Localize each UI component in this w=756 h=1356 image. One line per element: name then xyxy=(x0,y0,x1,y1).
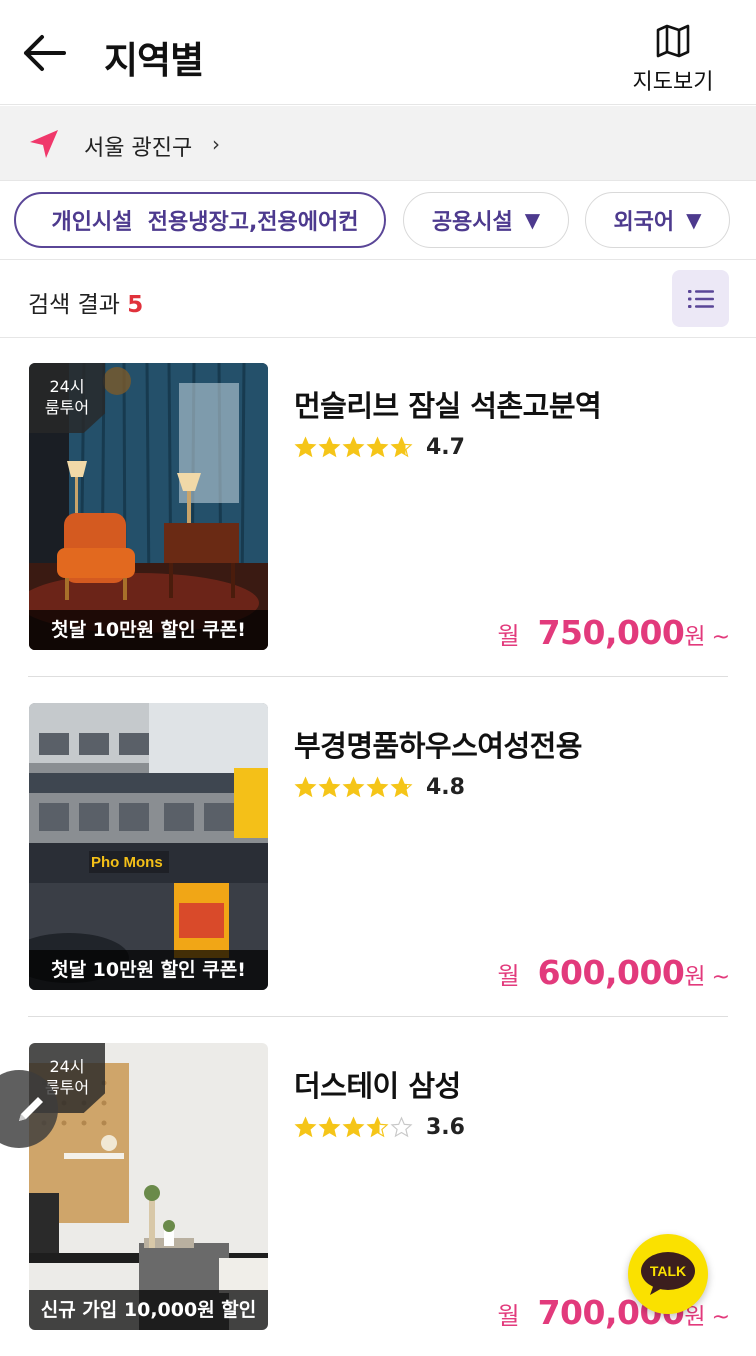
location-selector[interactable]: 서울 광진구 › xyxy=(0,106,756,181)
price-unit: 원 xyxy=(684,624,706,650)
map-view-label: 지도보기 xyxy=(632,70,714,95)
star-rating xyxy=(294,436,414,458)
chevron-right-icon: › xyxy=(212,132,220,156)
map-view-button[interactable]: 지도보기 xyxy=(618,24,728,96)
list-view-toggle[interactable] xyxy=(672,270,729,327)
rating-value: 3.6 xyxy=(426,1114,465,1140)
star-icon xyxy=(390,776,413,798)
rating: 4.7 xyxy=(294,433,465,461)
price-suffix: ~ xyxy=(711,965,730,990)
filter-chip-private-facilities[interactable]: 개인시설 전용냉장고,전용에어컨 xyxy=(14,192,386,248)
star-icon xyxy=(342,1116,365,1138)
star-icon xyxy=(294,1116,317,1138)
location-arrow-icon xyxy=(30,130,58,158)
result-label: 검색 결과 xyxy=(28,292,120,318)
top-app-bar: 지역별 지도보기 xyxy=(0,0,756,105)
star-icon xyxy=(318,776,341,798)
star-icon xyxy=(366,1116,389,1138)
room-tour-24h-badge: 24시 룸투어 xyxy=(29,363,105,433)
rating: 4.8 xyxy=(294,773,465,801)
location-text: 서울 광진구 xyxy=(84,136,193,161)
divider xyxy=(28,676,728,677)
price-unit: 원 xyxy=(684,964,706,990)
listing-price: 월 600,000 원 ~ xyxy=(497,953,730,992)
star-icon xyxy=(318,436,341,458)
star-icon xyxy=(390,1116,413,1138)
listing-title: 부경명품하우스여성전용 xyxy=(294,729,582,763)
listing-title: 먼슬리브 잠실 석촌고분역 xyxy=(294,389,602,423)
caret-down-icon: ▼ xyxy=(524,208,541,232)
star-icon xyxy=(342,436,365,458)
price-amount: 750,000 xyxy=(537,613,685,652)
rating-value: 4.8 xyxy=(426,774,465,800)
list-icon xyxy=(687,289,714,308)
price-prefix: 월 xyxy=(497,962,520,990)
price-prefix: 월 xyxy=(497,622,520,650)
filter-chip-label: 개인시설 전용냉장고,전용에어컨 xyxy=(51,210,359,235)
coupon-banner: 신규 가입 10,000원 할인 xyxy=(29,1290,268,1330)
price-amount: 600,000 xyxy=(537,953,685,992)
filter-chip-label: 외국어 xyxy=(613,210,675,235)
result-count-text: 검색 결과 5 xyxy=(28,285,143,319)
result-count: 5 xyxy=(127,292,144,318)
filter-chip-foreign-language[interactable]: 외국어 ▼ xyxy=(585,192,730,248)
result-summary: 검색 결과 5 xyxy=(0,261,756,338)
price-suffix: ~ xyxy=(711,1305,730,1330)
page-title: 지역별 xyxy=(104,39,204,82)
price-suffix: ~ xyxy=(711,625,730,650)
chat-bubble-icon: TALK xyxy=(640,1251,696,1297)
star-rating xyxy=(294,1116,414,1138)
star-icon xyxy=(390,436,413,458)
star-rating xyxy=(294,776,414,798)
pencil-icon xyxy=(19,1097,43,1121)
listing-photo: Pho Mons 첫달 10만원 할인 쿠폰! xyxy=(29,703,268,990)
star-icon xyxy=(294,436,317,458)
filter-chip-bar: 개인시설 전용냉장고,전용에어컨 공용시설 ▼ 외국어 ▼ xyxy=(0,182,756,260)
listing-photo: 24시 룸투어 신규 가입 10,000원 할인 xyxy=(29,1043,268,1330)
price-prefix: 월 xyxy=(497,1302,520,1330)
star-icon xyxy=(366,436,389,458)
shop-sign-text: Pho Mons xyxy=(91,854,163,871)
star-icon xyxy=(294,776,317,798)
rating: 3.6 xyxy=(294,1113,465,1141)
star-icon xyxy=(342,776,365,798)
badge-line-2: 룸투어 xyxy=(44,398,90,417)
filter-chip-shared-facilities[interactable]: 공용시설 ▼ xyxy=(403,192,569,248)
kakao-talk-chat-button[interactable]: TALK xyxy=(628,1234,708,1314)
divider xyxy=(28,1016,728,1017)
coupon-banner: 첫달 10만원 할인 쿠폰! xyxy=(29,610,268,650)
listing-title: 더스테이 삼성 xyxy=(294,1069,461,1103)
star-icon xyxy=(366,776,389,798)
talk-label: TALK xyxy=(649,1263,687,1279)
listing-price: 월 750,000 원 ~ xyxy=(497,613,730,652)
rating-value: 4.7 xyxy=(426,434,465,460)
back-button[interactable] xyxy=(18,30,70,76)
caret-down-icon: ▼ xyxy=(686,208,702,232)
badge-line-1: 24시 xyxy=(49,1057,85,1076)
building-photo-image: Pho Mons xyxy=(29,703,268,990)
badge-line-1: 24시 xyxy=(49,377,85,396)
listing-card[interactable]: 24시 룸투어 첫달 10만원 할인 쿠폰! 먼슬리브 잠실 석촌고분역 4.7… xyxy=(0,339,756,679)
listing-photo: 24시 룸투어 첫달 10만원 할인 쿠폰! xyxy=(29,363,268,650)
coupon-banner: 첫달 10만원 할인 쿠폰! xyxy=(29,950,268,990)
arrow-left-icon xyxy=(24,35,66,71)
filter-chip-label: 공용시설 xyxy=(431,210,513,235)
map-icon xyxy=(656,24,690,58)
star-icon xyxy=(318,1116,341,1138)
listing-card[interactable]: Pho Mons 첫달 10만원 할인 쿠폰! 부경명품하우스여성전용 4.8 … xyxy=(0,679,756,1019)
